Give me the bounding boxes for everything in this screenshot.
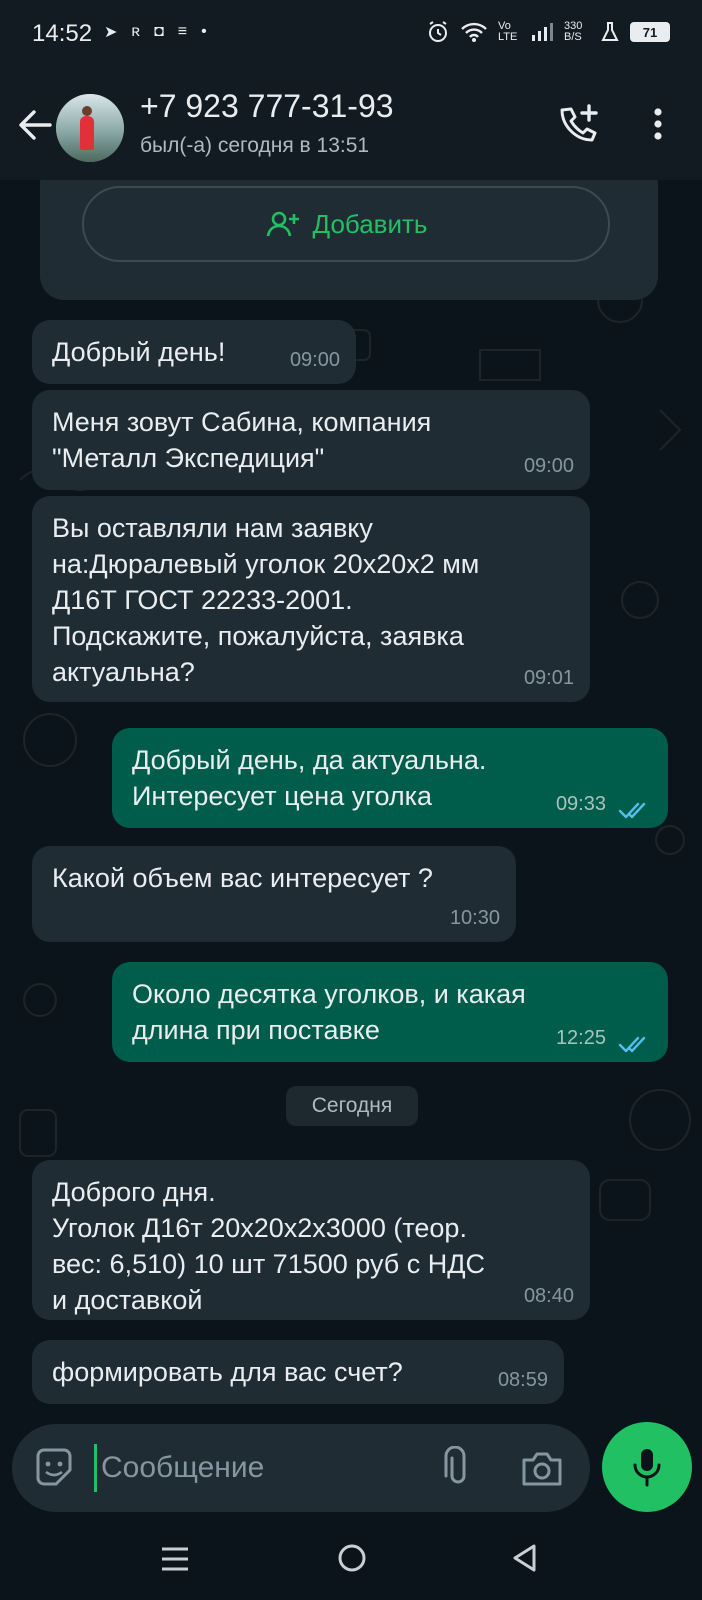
message-input[interactable] <box>94 1444 394 1492</box>
message-bubble[interactable]: Доброго дня. Уголок Д16т 20х20х2х3000 (т… <box>32 1160 590 1320</box>
sticker-emoji-icon[interactable] <box>32 1446 76 1490</box>
read-receipt-icon <box>618 1036 646 1053</box>
message-time: 08:40 <box>523 1285 574 1307</box>
message-bubble[interactable]: Меня зовут Сабина, компания "Металл Эксп… <box>32 390 590 490</box>
more-vertical-icon[interactable] <box>648 102 668 146</box>
status-bar: 14:52 ➤ ʀ ◘ ≡ • Vo LTE 330 B/S 71 <box>0 0 702 72</box>
network-speed: 330 B/S <box>564 20 583 43</box>
add-person-icon <box>266 211 299 237</box>
chat-area[interactable]: Добавить Добрый день! 09:00 Меня зовут С… <box>0 180 702 1422</box>
battery-indicator: 71 <box>630 22 670 42</box>
message-text: Вы оставляли нам заявку на:Дюралевый уго… <box>52 513 480 687</box>
message-time: 09:00 <box>289 349 340 371</box>
message-text: Меня зовут Сабина, компания "Металл Эксп… <box>52 407 432 473</box>
message-time: 12:25 <box>555 1027 606 1049</box>
signal-icon <box>532 23 553 41</box>
recent-apps-icon[interactable] <box>160 1544 190 1574</box>
message-time: 09:33 <box>555 793 606 815</box>
message-bubble[interactable]: Добрый день, да актуальна. Интересует це… <box>112 728 668 828</box>
message-text: Доброго дня. Уголок Д16т 20х20х2х3000 (т… <box>52 1177 486 1315</box>
status-time: 14:52 <box>32 20 93 47</box>
flask-icon <box>601 22 619 41</box>
add-call-icon[interactable] <box>556 102 600 146</box>
add-contact-card: Добавить <box>40 180 658 300</box>
status-left-icons: ➤ ʀ ◘ ≡ • <box>104 22 207 42</box>
read-receipt-icon <box>618 802 646 819</box>
date-separator: Сегодня <box>286 1086 418 1126</box>
message-time: 08:59 <box>497 1369 548 1391</box>
nav-back-icon[interactable] <box>510 1542 540 1574</box>
message-time: 09:00 <box>523 455 574 477</box>
camera-icon[interactable] <box>520 1448 564 1488</box>
voice-message-button[interactable] <box>602 1422 692 1512</box>
message-text: Какой объем вас интересует ? <box>52 863 433 893</box>
wifi-icon <box>461 22 487 42</box>
add-contact-button[interactable]: Добавить <box>82 186 610 262</box>
message-time: 09:01 <box>523 667 574 689</box>
message-bubble[interactable]: формировать для вас счет? 08:59 <box>32 1340 564 1404</box>
message-bubble[interactable]: Добрый день! 09:00 <box>32 320 356 384</box>
message-text: формировать для вас счет? <box>52 1357 403 1387</box>
contact-name[interactable]: +7 923 777-31-93 <box>140 88 394 125</box>
system-navigation-bar <box>0 1520 702 1600</box>
status-right-icons: Vo LTE 330 B/S 71 <box>426 20 670 44</box>
shield-icon: ◘ <box>154 23 164 40</box>
avatar[interactable] <box>56 94 124 162</box>
alarm-icon <box>429 21 447 42</box>
message-composer <box>12 1424 590 1512</box>
app-icon: ʀ <box>131 23 141 40</box>
back-arrow-icon[interactable] <box>16 106 54 144</box>
home-icon[interactable] <box>336 1542 368 1574</box>
message-bubble[interactable]: Вы оставляли нам заявку на:Дюралевый уго… <box>32 496 590 702</box>
notes-icon: ≡ <box>177 23 188 40</box>
attach-paperclip-icon[interactable] <box>438 1446 478 1490</box>
add-contact-label: Добавить <box>312 208 428 239</box>
message-bubble[interactable]: Около десятка уголков, и какая длина при… <box>112 962 668 1062</box>
microphone-icon <box>633 1449 661 1487</box>
message-time: 10:30 <box>449 907 500 929</box>
message-bubble[interactable]: Какой объем вас интересует ? 10:30 <box>32 846 516 942</box>
telegram-icon: ➤ <box>104 24 118 41</box>
volte-label: Vo LTE <box>498 20 518 43</box>
last-seen: был(-а) сегодня в 13:51 <box>140 134 370 157</box>
dot-icon: • <box>201 23 207 40</box>
chat-header: +7 923 777-31-93 был(-а) сегодня в 13:51 <box>0 72 702 180</box>
